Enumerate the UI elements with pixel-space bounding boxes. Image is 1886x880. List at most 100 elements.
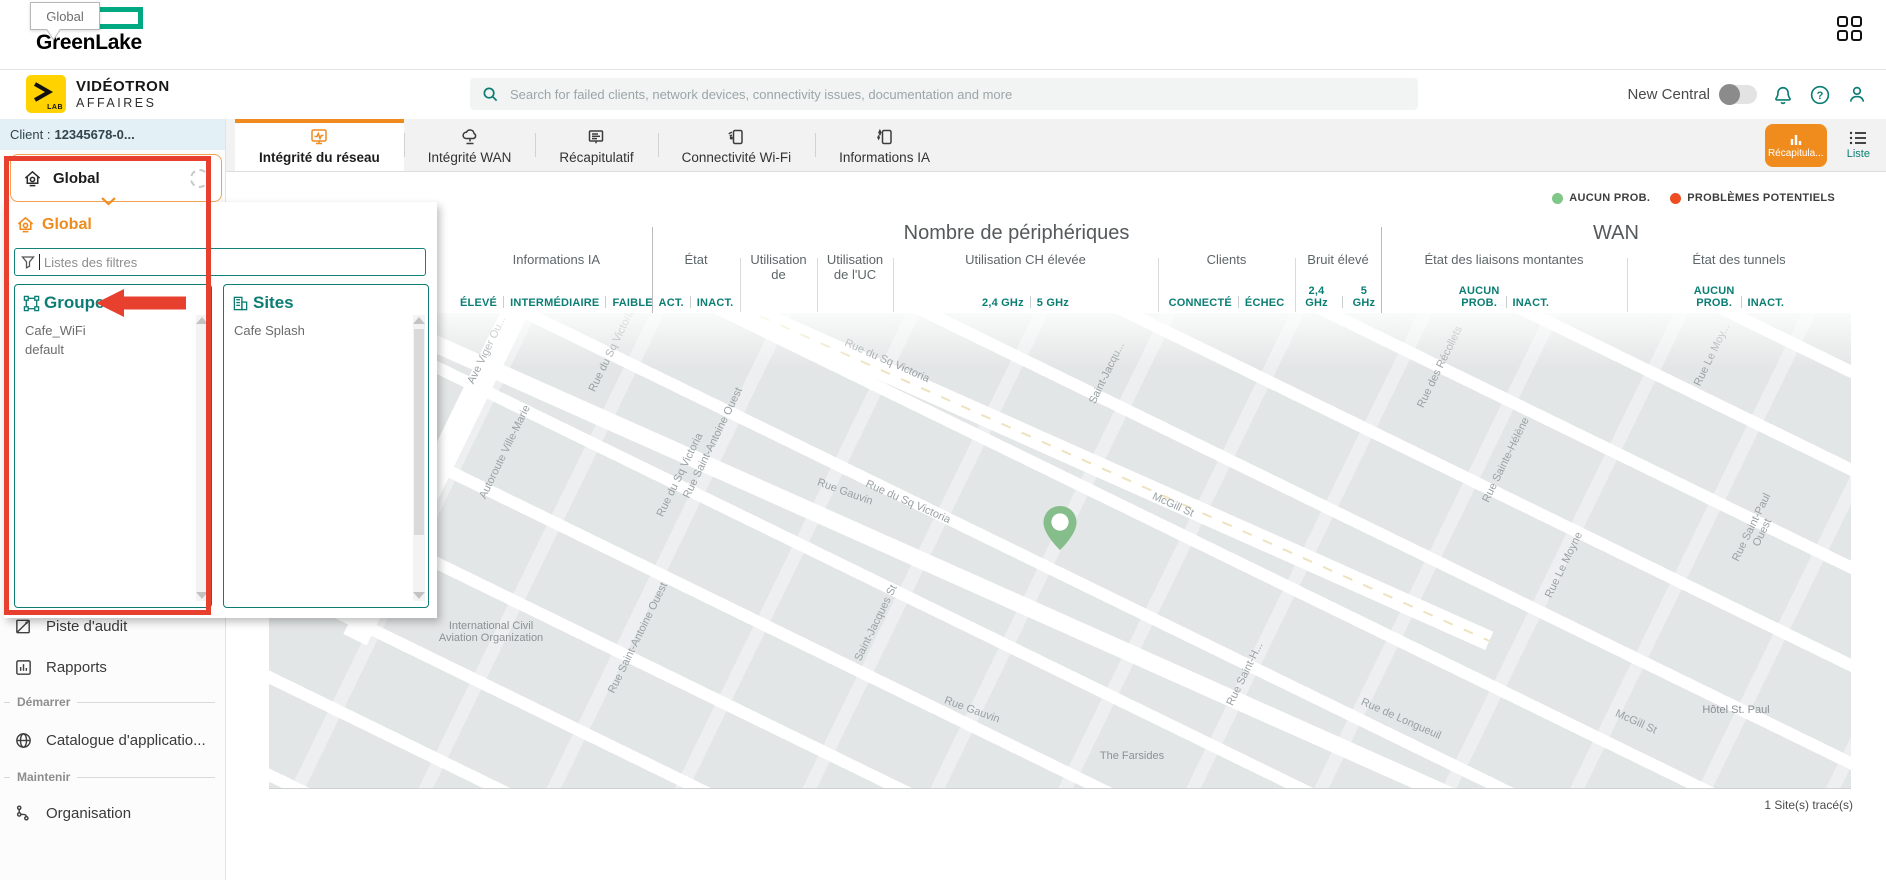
kpi-column: Utilisation CH élevée2,4 GHz5 GHz <box>893 250 1158 312</box>
tab-label: Récapitulatif <box>559 150 633 165</box>
tab-label: Informations IA <box>839 150 930 165</box>
filter-input[interactable]: Listes des filtres <box>14 248 426 276</box>
global-tooltip: Global <box>30 2 100 30</box>
client-selector[interactable]: Client : 12345678-0... <box>0 119 225 150</box>
legend-label: PROBLÈMES POTENTIELS <box>1687 192 1835 204</box>
kpi-group: WANÉtat des liaisons montantesAUCUN PROB… <box>1381 222 1851 314</box>
kpi-column: ÉtatACT.INACT. <box>652 250 740 312</box>
new-central-toggle[interactable] <box>1719 85 1757 104</box>
kpi-subcolumn-label: CONNECTÉ <box>1169 297 1232 309</box>
sidebar-item-rapports[interactable]: Rapports <box>0 652 225 682</box>
kpi-subcolumn-label: INACT. <box>1748 297 1785 309</box>
tab-connectivit-wi-fi[interactable]: Connectivité Wi-Fi <box>658 119 816 171</box>
tab-int-grit-du-r-seau[interactable]: Intégrité du réseau <box>235 119 404 171</box>
org-icon <box>14 804 33 823</box>
notifications-bell-icon[interactable] <box>1772 84 1794 106</box>
site-pin[interactable] <box>1040 504 1080 552</box>
scope-dropdown: Global Listes des filtres Groupes Cafe_W… <box>4 202 437 618</box>
sites-title: Sites <box>253 293 294 313</box>
kpi-subcolumn-label: ÉLEVÉ <box>460 297 497 309</box>
status-legend: AUCUN PROB.PROBLÈMES POTENTIELS <box>1552 192 1835 204</box>
scope-selected-value: Global <box>53 170 100 187</box>
kpi-column: État des tunnels AUCUN PROB. INACT. <box>1627 250 1851 312</box>
kpi-subcolumn-label: ÉCHEC <box>1245 297 1285 309</box>
summary-view-button[interactable]: Récapitula... <box>1765 124 1827 167</box>
list-view-button[interactable]: Liste <box>1847 130 1870 160</box>
summary-view-label: Récapitula... <box>1768 148 1824 159</box>
toggle-knob[interactable] <box>1719 84 1740 105</box>
kpi-column-label: Utilisation de l'UC <box>819 253 891 283</box>
scroll-thumb[interactable] <box>414 329 424 535</box>
filter-placeholder: Listes des filtres <box>44 255 137 270</box>
group-list-item[interactable]: Cafe_WiFi <box>25 321 189 340</box>
sites-header: Sites <box>224 285 428 319</box>
map-poi-label: Hôtel St. Paul <box>1702 704 1769 716</box>
legend-dot-icon <box>1670 193 1681 204</box>
greenlake-header: HPE GreenLake Global <box>0 0 1886 70</box>
kpi-subcolumn-label: FAIBLE <box>612 297 652 309</box>
app-launcher-icon[interactable] <box>1837 16 1862 41</box>
scope-option-global[interactable]: Global <box>16 215 92 234</box>
content-area: Intégrité du réseau Intégrité WAN Récapitu… <box>226 119 1886 880</box>
list-view-label: Liste <box>1847 148 1870 160</box>
kpi-column-label: État des liaisons montantes <box>1383 253 1625 268</box>
kpi-subcolumn-label: ACT. <box>659 297 684 309</box>
search-input[interactable] <box>508 86 1406 103</box>
scroll-down-icon[interactable] <box>413 592 425 599</box>
tab-label: Intégrité WAN <box>428 150 512 165</box>
sidebar-item-organisation[interactable]: Organisation <box>0 798 225 828</box>
user-icon[interactable] <box>1846 84 1868 106</box>
new-central-label: New Central <box>1627 86 1710 103</box>
sites-count: 1 Site(s) tracé(s) <box>1764 798 1853 812</box>
groups-title: Groupes <box>44 293 114 313</box>
kpi-header: Informations IAÉLEVÉINTERMÉDIAIREFAIBLEN… <box>226 222 1886 314</box>
help-icon[interactable]: ? <box>1809 84 1831 106</box>
videotron-lab-badge-icon: LAB <box>26 75 66 113</box>
scrollbar[interactable] <box>413 315 425 601</box>
kpi-subcolumn-label: 2,4 GHz <box>1297 285 1336 309</box>
groups-panel: Groupes Cafe_WiFidefault <box>14 284 212 608</box>
sidebar-item-catalogue-d-applicatio-[interactable]: Catalogue d'applicatio... <box>0 725 225 755</box>
scrollbar[interactable] <box>196 315 208 601</box>
svg-text:?: ? <box>1817 89 1824 101</box>
app-window: HPE GreenLake Global LAB VIDÉOTRON AFFAI… <box>0 0 1886 880</box>
chevron-down-icon[interactable] <box>100 196 117 206</box>
search-icon <box>482 86 499 103</box>
kpi-column-label: État des tunnels <box>1629 253 1849 268</box>
site-list-item[interactable]: Cafe Splash <box>234 321 406 340</box>
brand-name: VIDÉOTRON <box>76 78 170 95</box>
kpi-subcolumn-label: AUCUN PROB. <box>1694 285 1735 309</box>
list-icon <box>1848 130 1868 146</box>
sidebar-section-label: Maintenir <box>17 770 70 784</box>
scroll-down-icon[interactable] <box>196 592 208 599</box>
group-list-item[interactable]: default <box>25 340 189 359</box>
global-search[interactable] <box>470 78 1418 110</box>
kpi-subcolumn-label: 2,4 GHz <box>982 297 1024 309</box>
kpi-column: Bruit élevé2,4 GHz5 GHz <box>1295 250 1381 312</box>
kpi-column-label: État <box>654 253 738 268</box>
scope-selector[interactable]: Global <box>10 154 222 202</box>
tab-int-grit-wan[interactable]: Intégrité WAN <box>404 119 536 171</box>
globe-icon <box>14 731 33 750</box>
sidebar-section-maintenir: Maintenir <box>0 767 225 787</box>
kpi-column-label: Utilisation CH élevée <box>895 253 1156 268</box>
groups-header: Groupes <box>15 285 211 319</box>
tab-label: Connectivité Wi-Fi <box>682 150 792 165</box>
filter-funnel-icon <box>21 255 35 269</box>
scroll-up-icon[interactable] <box>413 317 425 324</box>
map[interactable]: Ave Viger Ou...Rue du Sq VictoriaAutorou… <box>269 313 1851 789</box>
central-toolbar: LAB VIDÉOTRON AFFAIRES New Central ? <box>0 70 1886 119</box>
ai-insights-icon <box>875 127 895 147</box>
kpi-group-title: Nombre de périphériques <box>652 222 1381 250</box>
scope-loading-icon <box>190 169 209 188</box>
kpi-subcolumn-label: INTERMÉDIAIRE <box>510 297 599 309</box>
network-health-icon <box>309 127 329 147</box>
kpi-group: Nombre de périphériquesÉtatACT.INACT.Uti… <box>652 222 1381 314</box>
tab-informations-ia[interactable]: Informations IA <box>815 119 954 171</box>
map-poi-label: The Farsides <box>1100 750 1164 762</box>
sites-panel: Sites Cafe Splash <box>223 284 429 608</box>
kpi-column-label: Utilisation de <box>742 253 815 283</box>
scroll-up-icon[interactable] <box>196 317 208 324</box>
tab-r-capitulatif[interactable]: Récapitulatif <box>535 119 657 171</box>
tab-bar: Intégrité du réseau Intégrité WAN Récapitu… <box>226 119 1886 172</box>
